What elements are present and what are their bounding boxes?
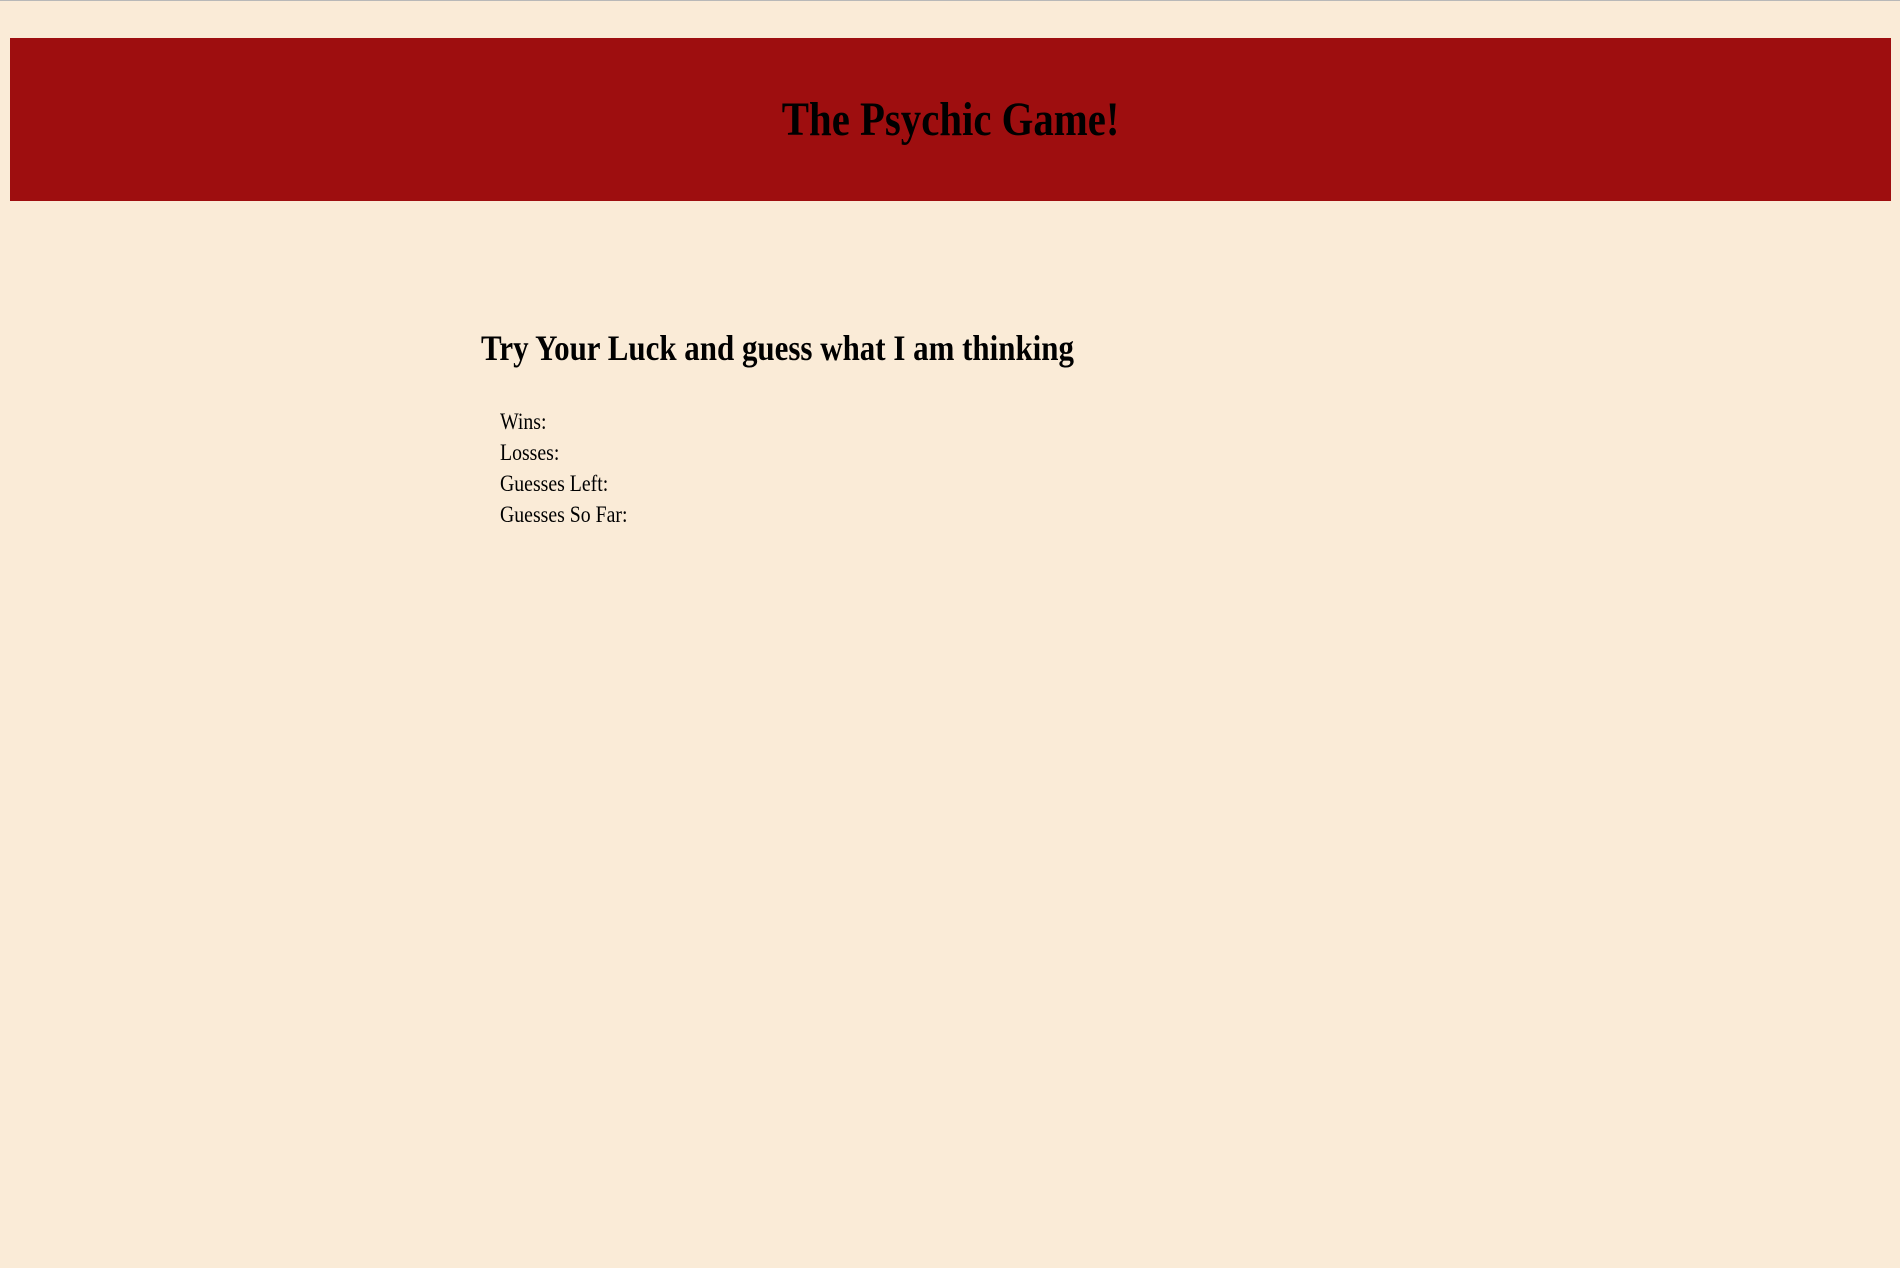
guesses-left-label: Guesses Left:	[500, 471, 609, 496]
losses-stat: Losses:	[500, 437, 1077, 468]
wins-stat: Wins:	[500, 406, 1077, 437]
guesses-left-stat: Guesses Left:	[500, 468, 1077, 499]
game-panel: Try Your Luck and guess what I am thinki…	[481, 330, 1171, 530]
losses-label: Losses:	[500, 440, 560, 465]
stats-list: Wins: Losses: Guesses Left: Guesses So F…	[500, 406, 1171, 530]
wins-label: Wins:	[500, 409, 547, 434]
top-divider	[0, 0, 1900, 1]
game-prompt: Try Your Luck and guess what I am thinki…	[481, 328, 1074, 368]
header-banner: The Psychic Game!	[10, 38, 1891, 201]
guesses-so-far-label: Guesses So Far:	[500, 502, 628, 527]
guesses-so-far-stat: Guesses So Far:	[500, 499, 1077, 530]
page-title: The Psychic Game!	[781, 92, 1120, 146]
